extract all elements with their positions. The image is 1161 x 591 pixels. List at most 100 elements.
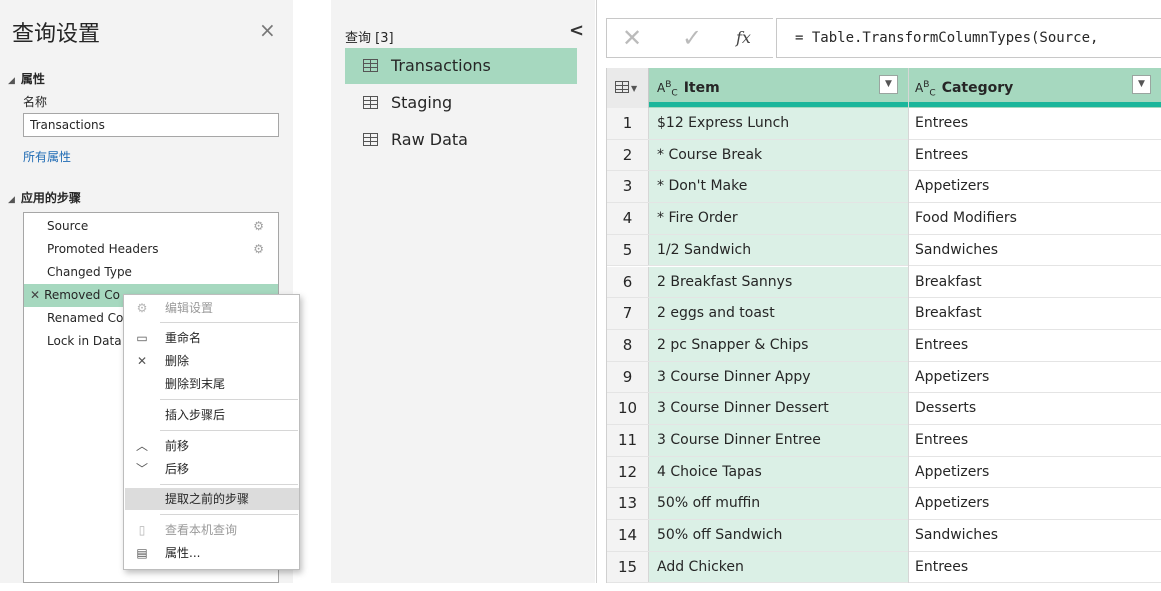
menu-item-insert-step-after[interactable]: 插入步骤后 xyxy=(125,404,299,426)
cell-item[interactable]: * Fire Order xyxy=(649,203,908,234)
step-changed-type[interactable]: Changed Type xyxy=(24,261,278,284)
row-number[interactable]: 15 xyxy=(607,551,649,583)
table-row[interactable]: 12 4 Choice Tapas Appetizers xyxy=(607,456,1161,489)
cell-category[interactable]: Appetizers xyxy=(909,488,1161,519)
row-number[interactable]: 8 xyxy=(607,329,649,361)
cell-item[interactable]: $12 Express Lunch xyxy=(649,108,908,139)
cell-category[interactable]: Entrees xyxy=(909,108,1161,139)
cell-item[interactable]: 2 Breakfast Sannys xyxy=(649,266,908,298)
cell-category[interactable]: Appetizers xyxy=(909,362,1161,393)
step-source[interactable]: Source ⚙ xyxy=(24,215,278,238)
fx-icon[interactable]: fx xyxy=(736,20,751,56)
table-row[interactable]: 3 * Don't Make Appetizers xyxy=(607,171,1161,204)
query-item-staging[interactable]: Staging xyxy=(345,85,577,121)
table-row[interactable]: 10 3 Course Dinner Dessert Desserts xyxy=(607,393,1161,425)
column-filter-dropdown-icon[interactable]: ▼ xyxy=(1132,75,1151,94)
cell-category[interactable]: Food Modifiers xyxy=(909,203,1161,234)
step-label: Promoted Headers xyxy=(47,242,159,256)
row-number[interactable]: 6 xyxy=(607,266,649,298)
cell-category[interactable]: Breakfast xyxy=(909,298,1161,329)
row-number[interactable]: 5 xyxy=(607,234,649,266)
row-number[interactable]: 7 xyxy=(607,298,649,329)
row-number[interactable]: 3 xyxy=(607,171,649,203)
applied-steps-section-header[interactable]: ◢ 应用的步骤 xyxy=(8,189,81,206)
table-row[interactable]: 14 50% off Sandwich Sandwiches xyxy=(607,520,1161,552)
cell-item[interactable]: 1/2 Sandwich xyxy=(649,234,908,266)
menu-item-rename[interactable]: ▭ 重命名 xyxy=(125,327,299,349)
formula-input[interactable]: = Table.TransformColumnTypes(Source, xyxy=(776,18,1161,58)
row-number[interactable]: 13 xyxy=(607,488,649,520)
close-icon[interactable]: × xyxy=(259,20,276,40)
cell-item[interactable]: 3 Course Dinner Entree xyxy=(649,425,908,456)
menu-item-move-before[interactable]: ︿ 前移 xyxy=(125,435,299,457)
cell-item[interactable]: * Course Break xyxy=(649,139,908,171)
row-number[interactable]: 11 xyxy=(607,425,649,456)
cell-item[interactable]: Add Chicken xyxy=(649,551,908,583)
column-filter-dropdown-icon[interactable]: ▼ xyxy=(879,75,898,94)
cell-item[interactable]: 3 Course Dinner Appy xyxy=(649,361,908,393)
cell-item[interactable]: 2 eggs and toast xyxy=(649,298,908,329)
row-number[interactable]: 4 xyxy=(607,203,649,234)
cell-category[interactable]: Sandwiches xyxy=(909,520,1161,551)
step-label: Changed Type xyxy=(47,265,132,279)
gear-icon[interactable]: ⚙ xyxy=(253,238,264,261)
cell-item[interactable]: 4 Choice Tapas xyxy=(649,456,908,488)
cell-item[interactable]: * Don't Make xyxy=(649,171,908,203)
query-item-raw-data[interactable]: Raw Data xyxy=(345,122,577,158)
cell-item[interactable]: 50% off Sandwich xyxy=(649,520,908,551)
table-row[interactable]: 1 $12 Express Lunch Entrees xyxy=(607,108,1161,140)
table-row[interactable]: 62 Breakfast Sannys Breakfast xyxy=(607,266,1161,299)
all-properties-link[interactable]: 所有属性 xyxy=(23,148,71,165)
cell-category[interactable]: Sandwiches xyxy=(909,235,1161,266)
cancel-icon[interactable]: ✕ xyxy=(622,16,642,60)
table-row[interactable]: 5 1/2 Sandwich Sandwiches xyxy=(607,234,1161,267)
column-header-category[interactable]: ABC Category xyxy=(915,68,1013,102)
row-number[interactable]: 9 xyxy=(607,361,649,393)
table-row[interactable]: 93 Course Dinner Appy Appetizers xyxy=(607,361,1161,394)
text-type-icon[interactable]: ABC xyxy=(915,80,936,98)
table-row[interactable]: 82 pc Snapper & Chips Entrees xyxy=(607,329,1161,362)
cell-category[interactable]: Entrees xyxy=(909,330,1161,361)
menu-item-edit-settings[interactable]: ⚙ 编辑设置 xyxy=(125,297,299,319)
row-number[interactable]: 1 xyxy=(607,108,649,139)
row-number[interactable]: 12 xyxy=(607,456,649,488)
table-row[interactable]: 15 Add Chicken Entrees xyxy=(607,551,1161,583)
menu-item-properties[interactable]: ▤ 属性... xyxy=(125,542,299,564)
chevron-left-icon[interactable]: < xyxy=(569,20,584,41)
menu-item-move-after[interactable]: ﹀ 后移 xyxy=(125,458,299,480)
menu-item-view-native-query[interactable]: ▯ 查看本机查询 xyxy=(125,519,299,541)
cell-item[interactable]: 50% off muffin xyxy=(649,488,908,520)
cell-category[interactable]: Appetizers xyxy=(909,457,1161,488)
column-header-item[interactable]: ABC Item xyxy=(657,68,720,102)
table-row[interactable]: 72 eggs and toast Breakfast xyxy=(607,298,1161,330)
menu-item-delete[interactable]: ✕ 删除 xyxy=(125,350,299,372)
cell-category[interactable]: Entrees xyxy=(909,425,1161,456)
menu-item-delete-until-end[interactable]: 删除到末尾 xyxy=(125,373,299,395)
table-menu-button[interactable]: ▼ xyxy=(607,68,649,108)
properties-icon: ▤ xyxy=(136,546,148,560)
row-number[interactable]: 14 xyxy=(607,520,649,551)
cell-category[interactable]: Entrees xyxy=(909,140,1161,171)
row-number[interactable]: 2 xyxy=(607,139,649,171)
cell-item[interactable]: 2 pc Snapper & Chips xyxy=(649,329,908,361)
menu-separator xyxy=(160,430,298,431)
text-type-icon[interactable]: ABC xyxy=(657,80,678,98)
query-item-transactions[interactable]: Transactions xyxy=(345,48,577,84)
row-number[interactable]: 10 xyxy=(607,393,649,424)
cell-category[interactable]: Breakfast xyxy=(909,267,1161,298)
table-row[interactable]: 13 50% off muffin Appetizers xyxy=(607,488,1161,521)
cell-category[interactable]: Appetizers xyxy=(909,171,1161,202)
delete-step-icon[interactable]: ✕ xyxy=(30,288,40,302)
properties-section-header[interactable]: ◢ 属性 xyxy=(8,70,45,87)
cell-category[interactable]: Entrees xyxy=(909,552,1161,583)
check-icon[interactable]: ✓ xyxy=(682,16,702,60)
table-row[interactable]: 2 * Course Break Entrees xyxy=(607,139,1161,172)
cell-category[interactable]: Desserts xyxy=(909,393,1161,424)
step-promoted-headers[interactable]: Promoted Headers ⚙ xyxy=(24,238,278,261)
query-name-input[interactable] xyxy=(23,113,279,137)
cell-item[interactable]: 3 Course Dinner Dessert xyxy=(649,393,908,424)
menu-item-extract-previous[interactable]: 提取之前的步骤 xyxy=(125,488,299,510)
table-row[interactable]: 11 3 Course Dinner Entree Entrees xyxy=(607,425,1161,457)
table-row[interactable]: 4 * Fire Order Food Modifiers xyxy=(607,203,1161,235)
gear-icon[interactable]: ⚙ xyxy=(253,215,264,238)
